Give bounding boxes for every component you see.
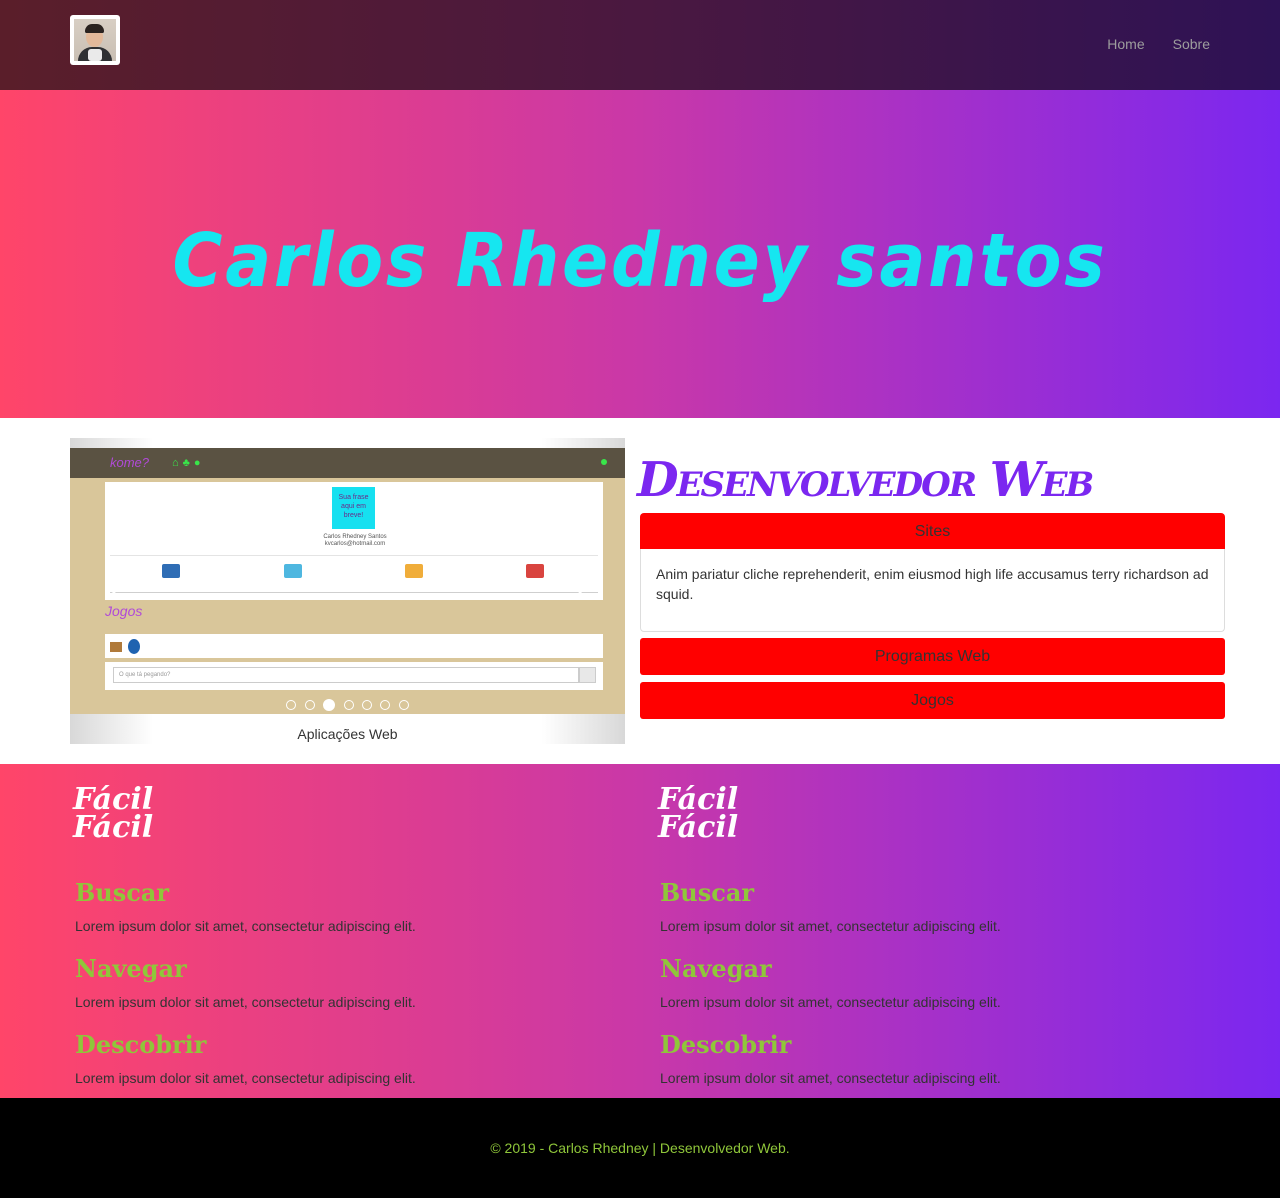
section-title: Desenvolvedor Web [637,452,1094,508]
feature-column: Fácil Fácil Buscar Lorem ipsum dolor sit… [655,764,1215,1098]
carousel-next-chevron-icon[interactable]: › [564,578,594,608]
slide-like-icon [162,564,180,578]
accordion-header-jogos[interactable]: Jogos [640,682,1225,719]
slide-app-header: kome? ⌂♣● [70,448,625,478]
nav-links: Home Sobre [1107,36,1210,52]
slide-chat-icon [284,564,302,578]
nav-link-sobre[interactable]: Sobre [1173,36,1210,52]
hero-banner: Carlos Rhedney santos [0,90,1280,418]
slide-divider-2 [110,592,598,593]
slide-power-icon [601,459,607,465]
slide-app-logo: kome? [110,455,150,470]
slide-send-icon [579,667,596,683]
slide-note: Sua frase aqui em breve! [332,487,375,529]
hero-title: Carlos Rhedney santos [172,218,1108,304]
slide-post-input: O que tá pegando? [113,667,579,683]
feature-text: Lorem ipsum dolor sit amet, consectetur … [75,918,416,934]
feature-title: Navegar [75,954,187,983]
carousel-indicators [70,696,625,714]
footer-copyright: © 2019 - Carlos Rhedney | Desenvolvedor … [490,1140,790,1156]
slide-email-line: kvcarlos@hotmail.com [324,541,386,547]
slide-name-line: Carlos Rhedney Santos [323,534,387,540]
slide-star-icon [405,564,423,578]
slide-gift-icon [110,642,122,652]
accordion-header-sites[interactable]: Sites [640,513,1225,550]
slide-profile-name: Carlos Rhedney Santos kvcarlos@hotmail.c… [275,534,435,548]
facil-logo: Fácil Fácil [73,782,154,845]
carousel-indicator[interactable] [343,699,354,710]
footer: © 2019 - Carlos Rhedney | Desenvolvedor … [0,1098,1280,1198]
carousel-caption: Aplicações Web [297,726,398,742]
carousel-indicator[interactable] [398,699,409,710]
navbar: Home Sobre [0,0,1280,90]
slide-profile-card: Sua frase aqui em breve! Carlos Rhedney … [105,482,603,600]
carousel-indicator[interactable] [361,699,372,710]
slide-heart-icon [526,564,544,578]
avatar-photo [74,19,116,61]
carousel-indicator[interactable] [304,699,315,710]
project-carousel: kome? ⌂♣● Sua frase aqui em breve! Carlo… [70,438,625,744]
feature-title: Buscar [75,878,170,907]
feature-title: Descobrir [660,1030,792,1059]
features-section: Fácil Fácil Buscar Lorem ipsum dolor sit… [0,764,1280,1098]
slide-divider [110,555,598,556]
carousel-slide-image: kome? ⌂♣● Sua frase aqui em breve! Carlo… [70,448,625,714]
facil-logo: Fácil Fácil [658,782,739,845]
feature-column: Fácil Fácil Buscar Lorem ipsum dolor sit… [70,764,630,1098]
feature-text: Lorem ipsum dolor sit amet, consectetur … [660,918,1001,934]
carousel-indicator[interactable] [286,699,297,710]
nav-link-home[interactable]: Home [1107,36,1144,52]
slide-post-box: O que tá pegando? [105,662,603,690]
carousel-prev-chevron-icon[interactable]: ‹ [100,578,130,608]
accordion-header-programas-web[interactable]: Programas Web [640,638,1225,675]
carousel-indicator[interactable] [380,699,391,710]
feature-text: Lorem ipsum dolor sit amet, consectetur … [75,1070,416,1086]
feature-title: Navegar [660,954,772,983]
feature-title: Descobrir [75,1030,207,1059]
accordion-body-sites: Anim pariatur cliche reprehenderit, enim… [640,549,1225,632]
profile-avatar[interactable] [70,15,120,65]
feature-text: Lorem ipsum dolor sit amet, consectetur … [75,994,416,1010]
slide-app-nav-icons: ⌂♣● [172,457,205,469]
slide-balloon-icon [128,639,140,654]
feature-title: Buscar [660,878,755,907]
carousel-indicator-active[interactable] [323,698,336,711]
slide-games-row [105,634,603,658]
feature-text: Lorem ipsum dolor sit amet, consectetur … [660,1070,1001,1086]
feature-text: Lorem ipsum dolor sit amet, consectetur … [660,994,1001,1010]
